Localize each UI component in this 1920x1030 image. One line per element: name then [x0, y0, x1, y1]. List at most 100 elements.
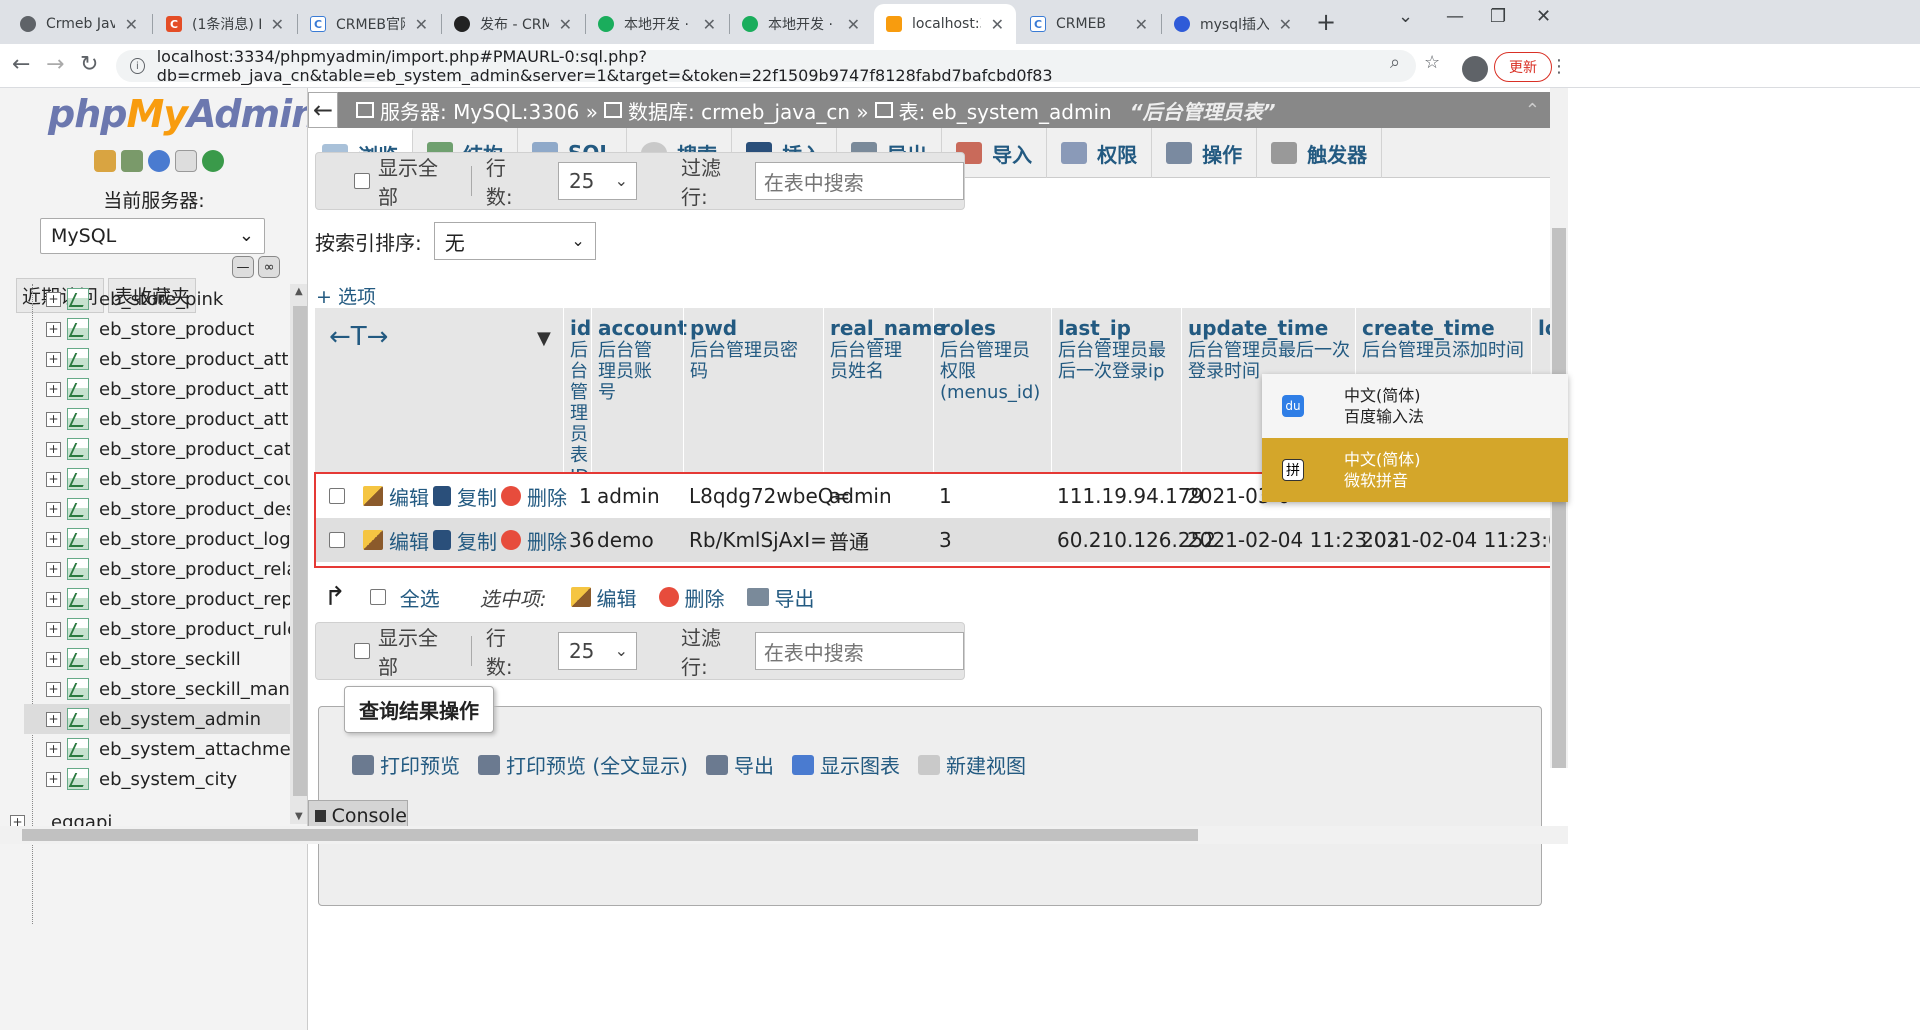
new-tab-plus-icon[interactable]: +	[1316, 8, 1336, 36]
expand-plus-icon[interactable]: +	[46, 711, 61, 727]
horizontal-scrollbar[interactable]	[0, 826, 1568, 844]
tree-table-label[interactable]: eb_store_pink	[99, 289, 223, 310]
close-window-icon[interactable]: ✕	[1536, 6, 1551, 27]
tree-table-label[interactable]: eb_store_product_rule	[99, 619, 290, 640]
cell-roles[interactable]: 3	[939, 528, 952, 552]
tab-close-icon[interactable]: ✕	[1279, 15, 1292, 34]
cell-real-name[interactable]: admin	[829, 484, 892, 508]
sort-select[interactable]: 无 ⌄	[433, 222, 596, 260]
tree-table-item[interactable]: + eb_store_product_coupon	[24, 464, 290, 494]
server-select[interactable]: MySQL ⌄	[40, 218, 265, 254]
tab-close-icon[interactable]: ✕	[991, 15, 1004, 34]
table-structure-icon[interactable]	[67, 468, 89, 490]
cell-account[interactable]: demo	[597, 528, 654, 552]
cell-pwd[interactable]: Rb/KmlSjAxI=	[689, 528, 827, 552]
export-link[interactable]: 导出	[705, 750, 774, 779]
row-checkbox[interactable]	[329, 488, 345, 504]
expand-plus-icon[interactable]: +	[46, 681, 61, 697]
row-edit-link[interactable]: 编辑	[363, 526, 429, 555]
tree-table-label[interactable]: eb_store_product	[99, 319, 254, 340]
back-arrow-icon[interactable]: ←	[308, 92, 338, 128]
tree-table-item[interactable]: + eb_system_city	[24, 764, 290, 794]
bulk-delete-button[interactable]: 删除	[658, 583, 725, 612]
browser-update-button[interactable]: 更新	[1494, 52, 1552, 82]
tab-close-icon[interactable]: ✕	[1135, 15, 1148, 34]
back-arrow-icon[interactable]: ←	[12, 52, 30, 77]
breadcrumb-database[interactable]: 数据库: crmeb_java_cn »	[604, 96, 869, 125]
table-structure-icon[interactable]	[67, 438, 89, 460]
expand-plus-icon[interactable]: +	[46, 621, 61, 637]
scroll-up-icon[interactable]: ▲	[295, 286, 303, 297]
expand-plus-icon[interactable]: +	[46, 741, 61, 757]
cell-id[interactable]: 36	[569, 528, 594, 552]
expand-plus-icon[interactable]: +	[46, 591, 61, 607]
table-structure-icon[interactable]	[67, 408, 89, 430]
expand-plus-icon[interactable]: +	[46, 501, 61, 517]
filter-rows-input[interactable]: 在表中搜索	[754, 632, 964, 670]
tree-table-label[interactable]: eb_store_product_attr	[99, 349, 290, 370]
table-structure-icon[interactable]	[67, 318, 89, 340]
row-checkbox[interactable]	[329, 532, 345, 548]
table-structure-icon[interactable]	[67, 618, 89, 640]
tree-table-item[interactable]: + eb_store_seckill_manger	[24, 674, 290, 704]
bookmark-star-icon[interactable]: ☆	[1424, 52, 1440, 73]
sort-triangle-icon[interactable]: ▼	[537, 328, 551, 349]
browser-tab-active[interactable]: localhost:333 ✕	[874, 4, 1016, 44]
tree-table-label[interactable]: eb_system_city	[99, 769, 237, 790]
forward-arrow-icon[interactable]: →	[46, 52, 64, 77]
table-structure-icon[interactable]	[67, 648, 89, 670]
tree-table-item[interactable]: + eb_store_product	[24, 314, 290, 344]
cell-real-name[interactable]: 普通	[829, 526, 869, 555]
site-info-icon[interactable]: i	[130, 58, 145, 74]
select-all-checkbox[interactable]	[369, 589, 386, 605]
tree-table-item[interactable]: + eb_store_product_rule	[24, 614, 290, 644]
expand-plus-icon[interactable]: +	[46, 381, 61, 397]
browser-tab[interactable]: 发布 - CRMEB ✕	[442, 4, 584, 44]
link-icon[interactable]: ∞	[258, 256, 280, 278]
tree-table-item[interactable]: + eb_store_product_descrip	[24, 494, 290, 524]
bulk-export-button[interactable]: 导出	[746, 583, 815, 612]
collapse-icon[interactable]: ⌃	[1525, 100, 1540, 121]
select-all-label[interactable]: 全选	[400, 583, 440, 612]
table-structure-icon[interactable]	[67, 348, 89, 370]
reload-icon[interactable]: ↻	[80, 52, 98, 77]
tree-table-item[interactable]: + eb_store_product_relation	[24, 554, 290, 584]
rows-select[interactable]: 25 ⌄	[557, 632, 637, 670]
tab-operations[interactable]: 操作	[1152, 128, 1258, 178]
browser-tab[interactable]: mysql插入语句 ✕	[1162, 4, 1304, 44]
row-copy-link[interactable]: 复制	[433, 526, 497, 555]
cell-create-time[interactable]: 2021-02-04 11:23:03	[1361, 528, 1568, 552]
browser-tab[interactable]: C (1条消息) Red ✕	[154, 4, 296, 44]
tree-table-item[interactable]: + eb_store_product_attr_res	[24, 374, 290, 404]
row-copy-link[interactable]: 复制	[433, 482, 497, 511]
table-structure-icon[interactable]	[67, 738, 89, 760]
browser-tab[interactable]: 本地开发 · CRM ✕	[586, 4, 728, 44]
breadcrumb-server[interactable]: 服务器: MySQL:3306 »	[356, 96, 598, 125]
ime-option-microsoft-pinyin[interactable]: 拼 中文(简体) 微软拼音	[1262, 438, 1568, 502]
tab-close-icon[interactable]: ✕	[125, 15, 138, 34]
table-structure-icon[interactable]	[67, 678, 89, 700]
cell-pwd[interactable]: L8qdg72wbeQ=	[689, 484, 850, 508]
tree-table-label[interactable]: eb_store_product_log	[99, 529, 290, 550]
column-arrows-icon[interactable]: ←T→	[329, 322, 388, 352]
expand-plus-icon[interactable]: +	[46, 351, 61, 367]
reload-nav-icon[interactable]	[202, 150, 224, 172]
tab-close-icon[interactable]: ✕	[271, 15, 284, 34]
phpmyadmin-logo[interactable]: phpMyAdmin	[48, 92, 307, 136]
tree-table-item[interactable]: + eb_store_product_reply	[24, 584, 290, 614]
row-delete-link[interactable]: 删除	[501, 482, 567, 511]
expand-plus-icon[interactable]: +	[46, 561, 61, 577]
tree-table-label[interactable]: eb_store_product_coupon	[99, 469, 290, 490]
tree-table-item[interactable]: + eb_system_attachment	[24, 734, 290, 764]
expand-plus-icon[interactable]: +	[46, 411, 61, 427]
tree-table-label[interactable]: eb_store_product_relation	[99, 559, 290, 580]
table-structure-icon[interactable]	[67, 288, 89, 310]
url-input[interactable]: i localhost:3334/phpmyadmin/import.php#P…	[116, 47, 1416, 85]
expand-plus-icon[interactable]: +	[46, 771, 61, 787]
tree-table-label[interactable]: eb_store_product_attr_res	[99, 379, 290, 400]
tree-table-label[interactable]: eb_store_product_reply	[99, 589, 290, 610]
tree-table-label[interactable]: eb_system_admin	[99, 709, 261, 730]
collapse-all-icon[interactable]: —	[232, 256, 254, 278]
tab-close-icon[interactable]: ✕	[703, 15, 716, 34]
cell-id[interactable]: 1	[579, 484, 592, 508]
